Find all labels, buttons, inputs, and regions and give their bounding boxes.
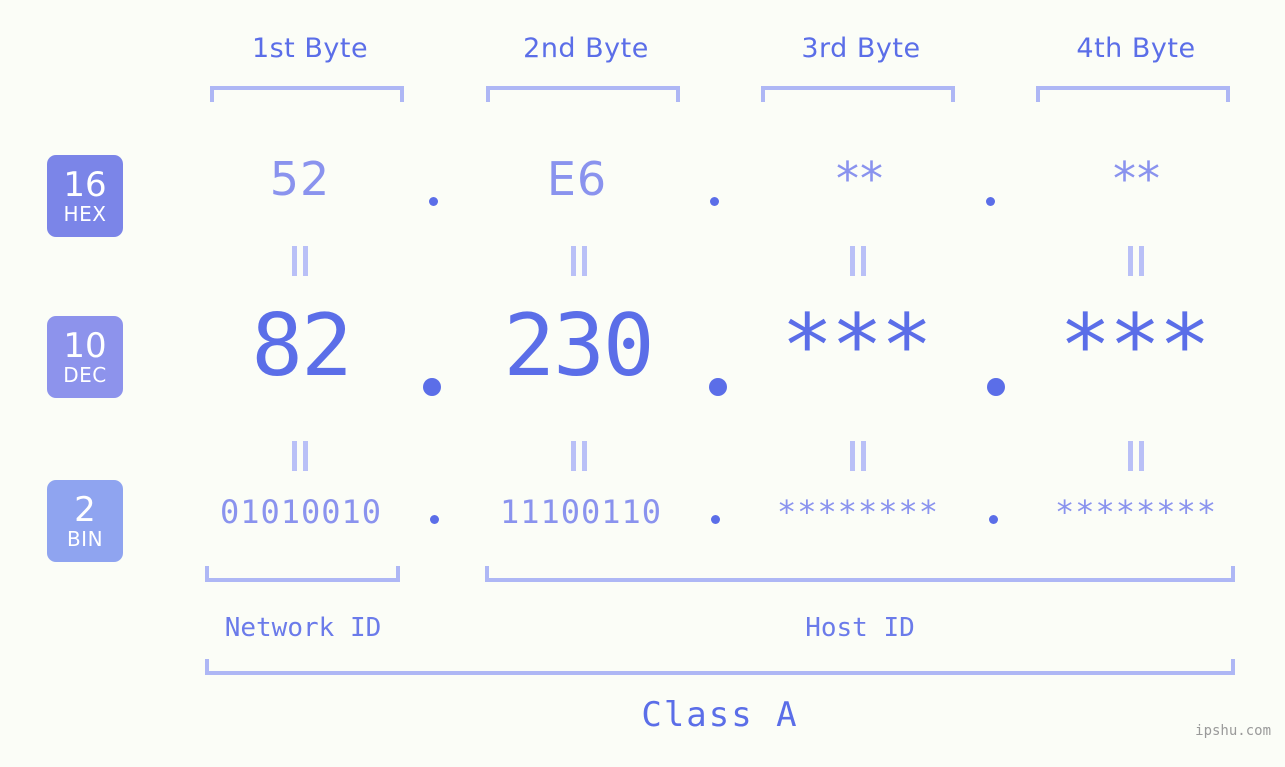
hex-byte-2: E6 xyxy=(546,152,608,206)
host-id-label: Host ID xyxy=(805,613,915,643)
base-badge-dec: 10 DEC xyxy=(47,316,123,398)
bin-byte-4: ******** xyxy=(1054,493,1218,531)
hex-byte-4: ** xyxy=(1113,152,1161,206)
equals-icon-dec-bin-4 xyxy=(1128,441,1144,471)
dec-dot-3 xyxy=(987,378,1005,396)
base-badge-bin-abbr: BIN xyxy=(66,527,104,551)
base-badge-dec-number: 10 xyxy=(63,326,107,366)
dec-byte-1: 82 xyxy=(251,296,353,396)
byte-bracket-4 xyxy=(1036,86,1230,102)
bin-dot-2 xyxy=(711,515,720,524)
hex-dot-3 xyxy=(986,197,995,206)
bin-dot-1 xyxy=(430,515,439,524)
network-id-bracket xyxy=(205,566,400,582)
hex-byte-3: ** xyxy=(836,152,884,206)
byte-bracket-2 xyxy=(486,86,680,102)
base-badge-hex-number: 16 xyxy=(63,165,107,205)
equals-icon-hex-dec-1 xyxy=(292,246,308,276)
hex-dot-1 xyxy=(429,197,438,206)
equals-icon-dec-bin-3 xyxy=(850,441,866,471)
dec-dot-2 xyxy=(709,378,727,396)
bin-byte-1: 01010010 xyxy=(219,493,383,531)
base-badge-dec-abbr: DEC xyxy=(63,363,107,387)
watermark: ipshu.com xyxy=(1195,723,1271,739)
byte-header-1: 1st Byte xyxy=(251,33,369,64)
class-bracket xyxy=(205,659,1235,675)
bin-byte-3: ******** xyxy=(776,493,940,531)
byte-header-4: 4th Byte xyxy=(1076,33,1196,64)
ip-byte-breakdown-diagram: 1st Byte 2nd Byte 3rd Byte 4th Byte 16 H… xyxy=(0,0,1285,767)
bin-dot-3 xyxy=(989,515,998,524)
equals-icon-dec-bin-1 xyxy=(292,441,308,471)
equals-icon-hex-dec-2 xyxy=(571,246,587,276)
equals-icon-hex-dec-4 xyxy=(1128,246,1144,276)
dec-dot-1 xyxy=(423,378,441,396)
byte-header-3: 3rd Byte xyxy=(801,33,921,64)
byte-header-2: 2nd Byte xyxy=(523,33,649,64)
bin-byte-2: 11100110 xyxy=(499,493,663,531)
equals-icon-dec-bin-2 xyxy=(571,441,587,471)
dec-byte-2: 230 xyxy=(503,296,654,396)
class-label: Class A xyxy=(641,695,799,735)
host-id-bracket xyxy=(485,566,1235,582)
network-id-label: Network ID xyxy=(224,613,382,643)
dec-byte-3: *** xyxy=(781,296,932,396)
hex-byte-1: 52 xyxy=(269,152,331,206)
base-badge-bin: 2 BIN xyxy=(47,480,123,562)
hex-dot-2 xyxy=(710,197,719,206)
base-badge-bin-number: 2 xyxy=(74,490,96,530)
byte-bracket-3 xyxy=(761,86,955,102)
equals-icon-hex-dec-3 xyxy=(850,246,866,276)
dec-byte-4: *** xyxy=(1059,296,1210,396)
byte-bracket-1 xyxy=(210,86,404,102)
base-badge-hex-abbr: HEX xyxy=(63,202,107,226)
base-badge-hex: 16 HEX xyxy=(47,155,123,237)
